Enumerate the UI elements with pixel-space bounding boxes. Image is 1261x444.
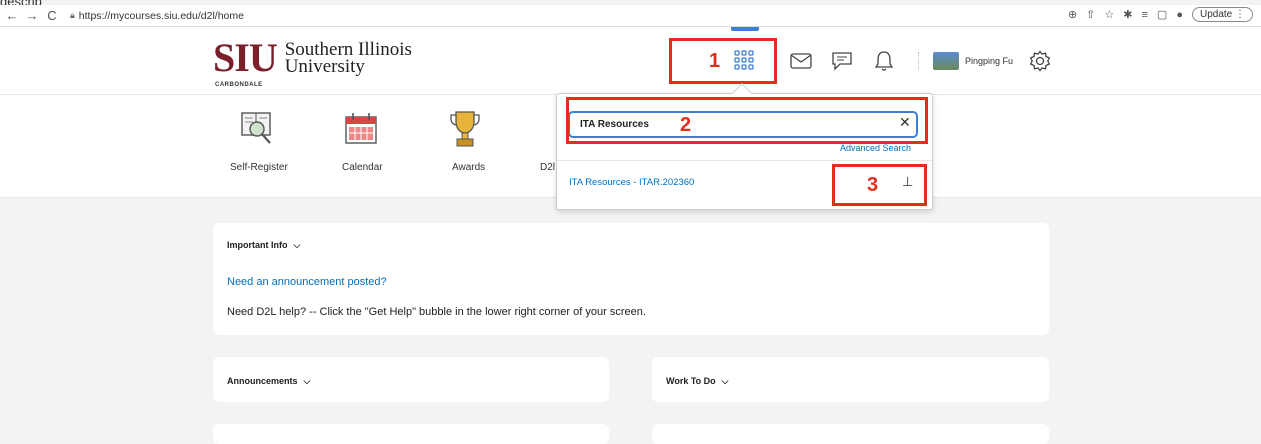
active-tab-indicator — [731, 27, 759, 31]
self-register-icon[interactable] — [240, 111, 274, 147]
site-header — [0, 27, 1261, 95]
url-text: https://mycourses.siu.edu/d2l/home — [78, 9, 244, 22]
pin-icon[interactable]: ⊥ — [902, 174, 913, 190]
nav-self-register[interactable]: Self-Register — [230, 162, 288, 173]
nav-awards[interactable]: Awards — [452, 162, 485, 173]
zoom-icon[interactable]: ⊕ — [1068, 8, 1077, 21]
mail-icon[interactable] — [790, 53, 812, 69]
work-to-do-title[interactable]: Work To Do ⌵ — [666, 376, 729, 387]
nav-d2l[interactable]: D2l — [540, 162, 555, 173]
chevron-down-icon[interactable]: ⌵ — [304, 376, 311, 386]
help-text: Need D2L help? -- Click the "Get Help" b… — [227, 306, 646, 318]
lock-icon: 🔒︎ — [70, 10, 75, 20]
star-icon[interactable]: ☆ — [1104, 8, 1114, 21]
back-icon[interactable]: ← — [4, 8, 20, 23]
extensions-icon[interactable]: ✱ — [1123, 8, 1132, 21]
sidebar-icon[interactable]: ▢ — [1157, 8, 1167, 21]
logo-subtitle: CARBONDALE — [215, 82, 263, 88]
logo-line-2: University — [284, 56, 365, 77]
awards-trophy-icon[interactable] — [448, 109, 482, 149]
course-result-link[interactable]: ITA Resources - ITAR.202360 — [569, 177, 694, 188]
gear-icon[interactable] — [1029, 50, 1051, 72]
widget-placeholder-right — [652, 424, 1049, 444]
logo-mark: SIU — [213, 35, 278, 80]
share-icon[interactable]: ⇧ — [1086, 8, 1095, 21]
announcements-title[interactable]: Announcements ⌵ — [227, 376, 310, 387]
annotation-box-2 — [566, 97, 928, 144]
annotation-box-1 — [669, 38, 777, 84]
important-info-title[interactable]: Important Info ⌵ — [227, 240, 300, 251]
annotation-number-1: 1 — [709, 50, 721, 72]
reading-list-icon[interactable]: ≡ — [1141, 9, 1147, 21]
profile-icon[interactable]: ● — [1176, 9, 1183, 21]
chat-icon[interactable] — [831, 51, 853, 71]
annotation-number-3: 3 — [867, 174, 879, 196]
annotation-number-2: 2 — [680, 114, 692, 136]
address-bar[interactable]: 🔒︎ https://mycourses.siu.edu/d2l/home — [70, 10, 244, 22]
chevron-down-icon[interactable]: ⌵ — [294, 240, 301, 250]
siu-logo[interactable]: SIU Southern Illinois University — [213, 35, 412, 80]
browser-toolbar: ← → C 🔒︎ https://mycourses.siu.edu/d2l/h… — [0, 5, 1261, 27]
widget-placeholder-left — [213, 424, 609, 444]
forward-icon[interactable]: → — [24, 8, 40, 23]
header-separator — [918, 52, 919, 70]
nav-calendar[interactable]: Calendar — [342, 162, 383, 173]
avatar[interactable] — [933, 52, 959, 70]
update-button[interactable]: Update ⋮ — [1191, 7, 1253, 22]
reload-icon[interactable]: C — [44, 8, 60, 23]
chevron-down-icon[interactable]: ⌵ — [722, 376, 729, 386]
update-label: Update — [1199, 9, 1233, 20]
advanced-search-link[interactable]: Advanced Search — [840, 143, 911, 153]
dropdown-divider — [557, 160, 932, 161]
user-name[interactable]: Pingping Fu — [965, 56, 1013, 66]
bell-icon[interactable] — [874, 50, 894, 72]
course-selector-grid-icon[interactable] — [734, 50, 754, 70]
announcement-request-link[interactable]: Need an announcement posted? — [227, 276, 387, 288]
calendar-icon[interactable] — [344, 111, 378, 147]
